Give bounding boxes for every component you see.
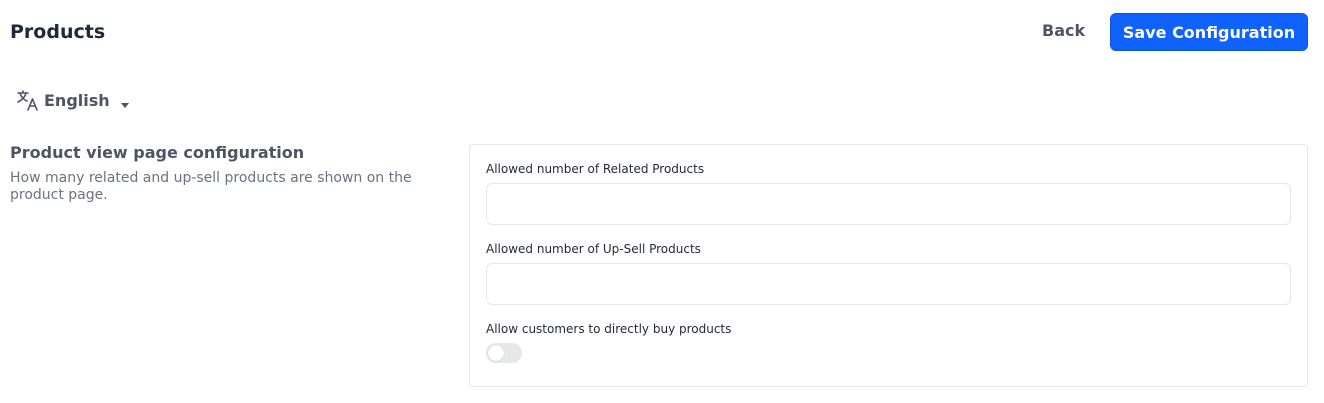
caret-down-icon bbox=[120, 95, 130, 108]
buy-now-label: Allow customers to directly buy products bbox=[486, 322, 732, 336]
toggle-knob bbox=[488, 345, 504, 361]
buy-now-toggle[interactable] bbox=[486, 343, 522, 363]
page-title: Products bbox=[10, 21, 106, 43]
section-description: How many related and up-sell products ar… bbox=[10, 170, 412, 203]
upsell-products-label: Allowed number of Up-Sell Products bbox=[486, 242, 701, 256]
upsell-products-input[interactable] bbox=[486, 263, 1291, 305]
back-button[interactable]: Back bbox=[1042, 19, 1085, 43]
language-switcher[interactable]: English bbox=[16, 87, 130, 113]
language-label: English bbox=[44, 90, 110, 110]
save-configuration-button[interactable]: Save Configuration bbox=[1110, 13, 1308, 51]
related-products-input[interactable] bbox=[486, 183, 1291, 225]
section-info: Product view page configuration How many… bbox=[10, 143, 440, 204]
related-products-label: Allowed number of Related Products bbox=[486, 162, 705, 176]
page-header: Products Back Save Configuration bbox=[10, 13, 1308, 59]
section-title: Product view page configuration bbox=[10, 143, 305, 162]
page: Products Back Save Configuration English… bbox=[0, 0, 1324, 403]
translate-icon bbox=[16, 88, 40, 112]
settings-card: Allowed number of Related Products Allow… bbox=[469, 144, 1308, 387]
